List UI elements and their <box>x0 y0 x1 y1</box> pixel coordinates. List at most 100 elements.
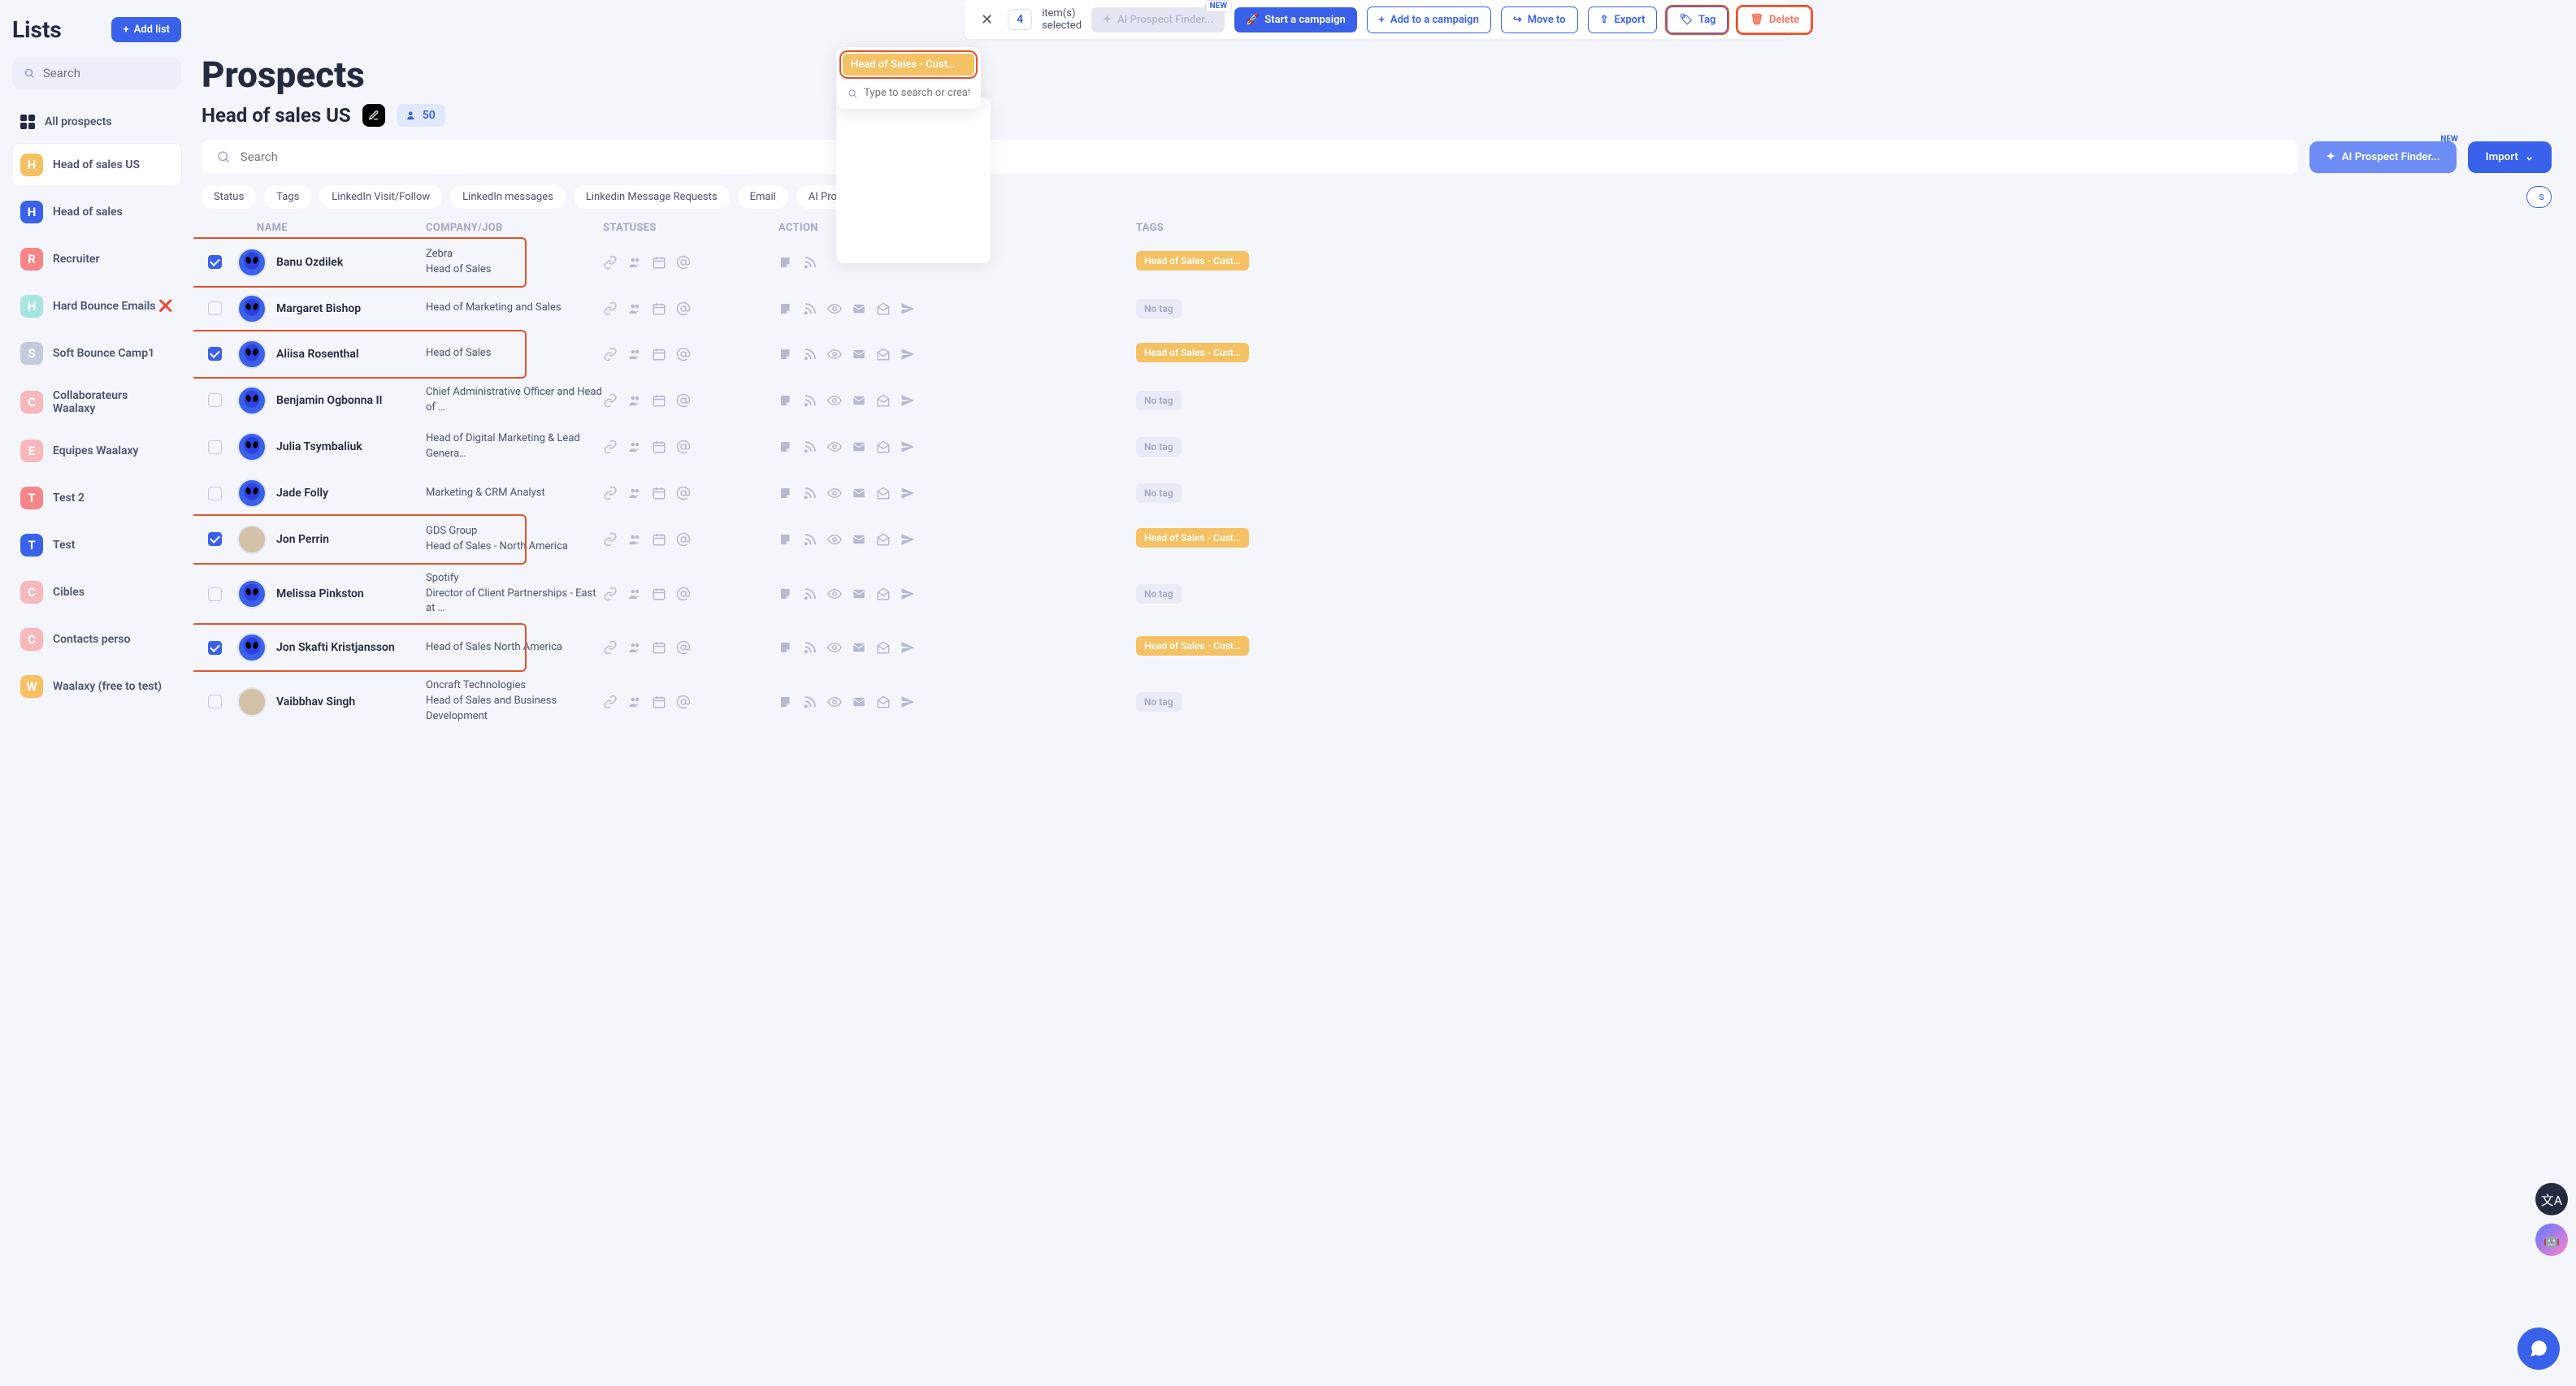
row-checkbox[interactable] <box>208 301 222 315</box>
note-icon[interactable] <box>778 587 793 601</box>
at-icon[interactable] <box>676 255 691 270</box>
rss-icon[interactable] <box>803 486 817 500</box>
close-icon[interactable]: ✕ <box>976 11 998 28</box>
move-to-button[interactable]: ↪ Move to <box>1501 6 1578 33</box>
envelope-open-icon[interactable] <box>876 347 891 362</box>
note-icon[interactable] <box>778 695 793 709</box>
envelope-open-icon[interactable] <box>876 532 891 547</box>
envelope-open-icon[interactable] <box>876 640 891 655</box>
sidebar-item-9[interactable]: CCibles <box>12 571 181 613</box>
filter-chip-3[interactable]: LinkedIn messages <box>450 185 566 209</box>
row-checkbox[interactable] <box>208 587 222 601</box>
no-tag-chip[interactable]: No tag <box>1136 692 1182 712</box>
at-icon[interactable] <box>676 486 691 500</box>
sidebar-item-6[interactable]: EEquipes Waalaxy <box>12 430 181 472</box>
mail-icon[interactable] <box>852 695 866 709</box>
no-tag-chip[interactable]: No tag <box>1136 391 1182 410</box>
sidebar-item-11[interactable]: WWaalaxy (free to test) <box>12 665 181 708</box>
at-icon[interactable] <box>676 440 691 454</box>
ai-prospect-finder-button[interactable]: ✦ AI Prospect Finder... <box>1091 7 1225 32</box>
filter-chip-4[interactable]: Linkedin Message Requests <box>574 185 730 209</box>
tag-chip[interactable]: Head of Sales - Cust… <box>1136 636 1249 656</box>
table-row[interactable]: Julia Tsymbaliuk Head of Digital Marketi… <box>202 423 2552 470</box>
mail-icon[interactable] <box>852 640 866 655</box>
filter-chip-2[interactable]: LinkedIn Visit/Follow <box>319 185 442 209</box>
link-icon[interactable] <box>603 347 618 362</box>
people-icon[interactable] <box>627 301 642 316</box>
add-list-button[interactable]: + Add list <box>111 17 181 42</box>
add-to-campaign-button[interactable]: + Add to a campaign <box>1367 6 1491 33</box>
envelope-open-icon[interactable] <box>876 301 891 316</box>
mail-icon[interactable] <box>852 440 866 454</box>
sidebar-item-2[interactable]: RRecruiter <box>12 238 181 280</box>
sidebar-item-10[interactable]: CContacts perso <box>12 618 181 661</box>
calendar-icon[interactable] <box>652 532 666 547</box>
eye-icon[interactable] <box>827 532 842 547</box>
sidebar-all-prospects[interactable]: All prospects <box>12 105 181 139</box>
import-button[interactable]: Import ⌄ <box>2468 141 2552 173</box>
row-checkbox[interactable] <box>208 393 222 407</box>
rss-icon[interactable] <box>803 640 817 655</box>
row-checkbox[interactable] <box>208 440 222 454</box>
chat-bubble[interactable] <box>2517 1328 2560 1370</box>
at-icon[interactable] <box>676 347 691 362</box>
calendar-icon[interactable] <box>652 640 666 655</box>
filters-trailing-chip[interactable]: s <box>2526 186 2552 208</box>
tag-chip[interactable]: Head of Sales - Cust… <box>1136 251 1249 271</box>
link-icon[interactable] <box>603 301 618 316</box>
envelope-open-icon[interactable] <box>876 695 891 709</box>
no-tag-chip[interactable]: No tag <box>1136 437 1182 457</box>
export-button[interactable]: ⇪ Export <box>1588 6 1658 33</box>
table-row[interactable]: Jon Perrin GDS GroupHead of Sales - Nort… <box>202 516 2552 563</box>
sidebar-item-5[interactable]: CCollaborateurs Waalaxy <box>12 379 181 425</box>
at-icon[interactable] <box>676 587 691 601</box>
edit-list-button[interactable] <box>362 104 385 127</box>
link-icon[interactable] <box>603 640 618 655</box>
no-tag-chip[interactable]: No tag <box>1136 299 1182 318</box>
row-checkbox[interactable] <box>208 695 222 708</box>
send-icon[interactable] <box>900 640 915 655</box>
people-icon[interactable] <box>627 393 642 408</box>
delete-button[interactable]: 🗑 Delete <box>1737 6 1811 33</box>
row-checkbox[interactable] <box>208 487 222 500</box>
calendar-icon[interactable] <box>652 695 666 709</box>
note-icon[interactable] <box>778 486 793 500</box>
note-icon[interactable] <box>778 640 793 655</box>
at-icon[interactable] <box>676 640 691 655</box>
link-icon[interactable] <box>603 440 618 454</box>
note-icon[interactable] <box>778 532 793 547</box>
sidebar-item-8[interactable]: TTest <box>12 524 181 566</box>
at-icon[interactable] <box>676 301 691 316</box>
mail-icon[interactable] <box>852 587 866 601</box>
send-icon[interactable] <box>900 347 915 362</box>
send-icon[interactable] <box>900 695 915 709</box>
people-icon[interactable] <box>627 640 642 655</box>
rss-icon[interactable] <box>803 587 817 601</box>
eye-icon[interactable] <box>827 486 842 500</box>
table-row[interactable]: Jade Folly Marketing & CRM Analyst No ta… <box>202 470 2552 516</box>
send-icon[interactable] <box>900 301 915 316</box>
ai-prospect-finder-main-button[interactable]: ✦ AI Prospect Finder... <box>2309 141 2456 173</box>
at-icon[interactable] <box>676 532 691 547</box>
envelope-open-icon[interactable] <box>876 587 891 601</box>
row-checkbox[interactable] <box>208 255 222 269</box>
filter-chip-0[interactable]: Status <box>202 185 256 209</box>
people-icon[interactable] <box>627 347 642 362</box>
eye-icon[interactable] <box>827 393 842 408</box>
tag-chip[interactable]: Head of Sales - Cust… <box>1136 528 1249 548</box>
table-row[interactable]: Aliisa Rosenthal Head of Sales Head of S… <box>202 331 2552 377</box>
main-search-input[interactable] <box>241 149 2284 164</box>
people-icon[interactable] <box>627 587 642 601</box>
people-icon[interactable] <box>627 255 642 270</box>
note-icon[interactable] <box>778 440 793 454</box>
tag-chip[interactable]: Head of Sales - Cust… <box>1136 343 1249 362</box>
at-icon[interactable] <box>676 393 691 408</box>
people-icon[interactable] <box>627 532 642 547</box>
table-row[interactable]: Banu Ozdilek ZebraHead of Sales Head of … <box>202 239 2552 286</box>
rss-icon[interactable] <box>803 255 817 270</box>
calendar-icon[interactable] <box>652 301 666 316</box>
table-row[interactable]: Vaibbhav Singh Oncraft TechnologiesHead … <box>202 670 2552 733</box>
mail-icon[interactable] <box>852 393 866 408</box>
row-checkbox[interactable] <box>208 347 222 361</box>
assistant-button[interactable]: 🤖 <box>2535 1224 2568 1256</box>
